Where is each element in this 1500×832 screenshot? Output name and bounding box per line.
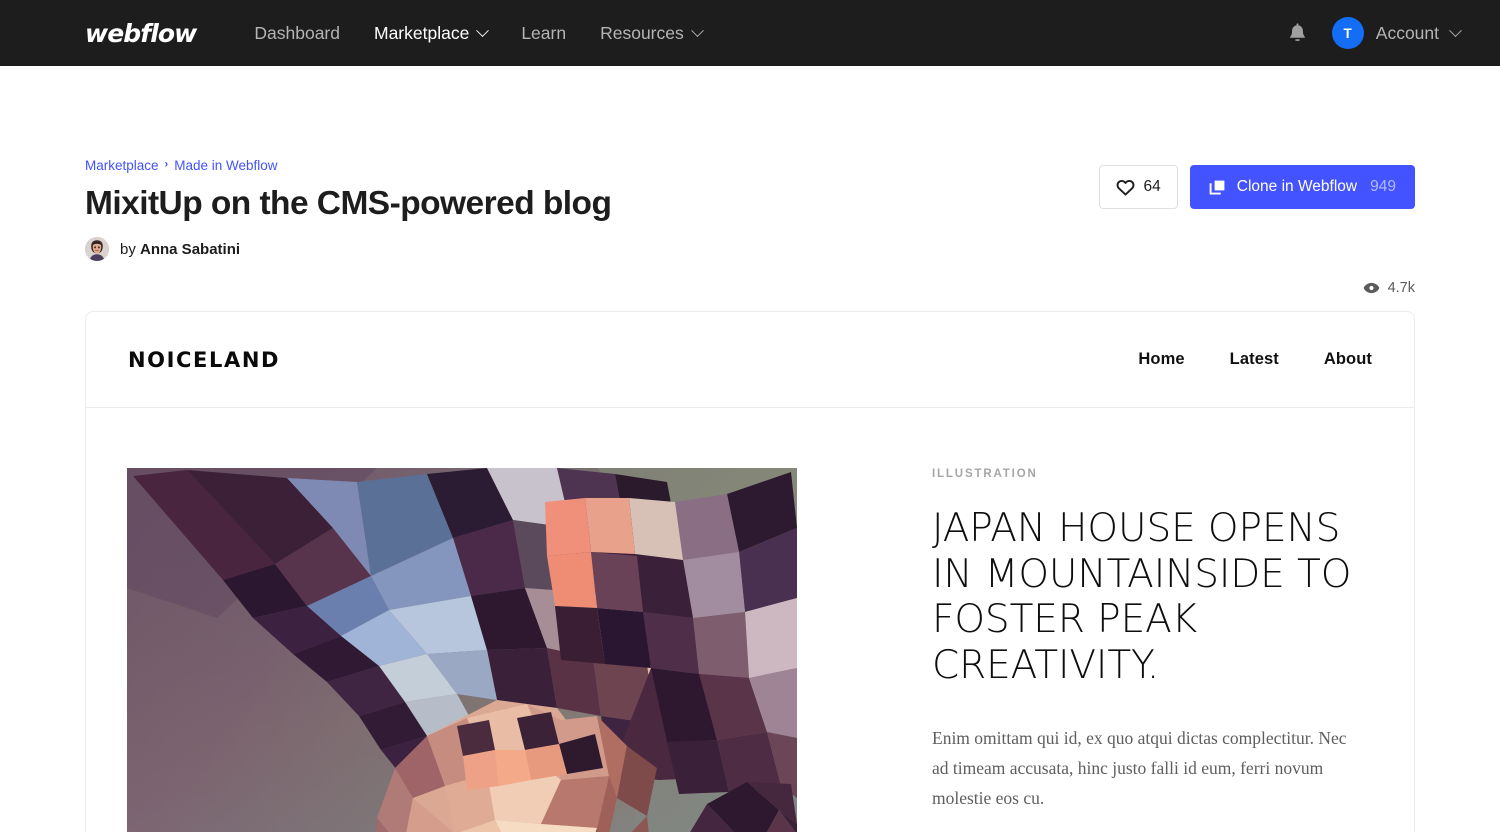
webflow-logo[interactable]: webflow [85,19,197,48]
author-avatar [85,237,109,262]
low-poly-deer-illustration [127,468,797,832]
preview-article: ILLUSTRATION JAPAN HOUSE OPENS IN MOUNTA… [86,408,1414,832]
nav-item-label: Learn [521,22,567,43]
article-hero-image [127,468,797,832]
eye-icon [1363,282,1379,294]
site-preview-card[interactable]: NOICELAND Home Latest About ILLUSTRATION… [85,311,1415,832]
author-avatar-photo [85,237,109,262]
notifications-button[interactable] [1281,16,1315,50]
chevron-down-icon [690,23,704,37]
article-text-column: ILLUSTRATION JAPAN HOUSE OPENS IN MOUNTA… [797,468,1372,832]
preview-nav-home[interactable]: Home [1138,350,1184,369]
like-count: 64 [1143,178,1161,195]
view-count-row: 4.7k [85,278,1415,298]
clone-count: 949 [1370,178,1396,195]
page-title: MixitUp on the CMS-powered blog [85,184,612,222]
clone-in-webflow-button[interactable]: Clone in Webflow 949 [1189,165,1415,209]
preview-site-header: NOICELAND Home Latest About [86,312,1414,409]
primary-nav: Dashboard Marketplace Learn Resources [237,23,718,44]
page-header-row: Marketplace › Made in Webflow MixitUp on… [85,66,1415,262]
breadcrumb-item-made-in-webflow[interactable]: Made in Webflow [174,159,277,173]
author-label: by Anna Sabatini [120,241,240,258]
page-header-left: Marketplace › Made in Webflow MixitUp on… [85,159,1099,262]
view-count: 4.7k [1387,280,1415,297]
account-avatar: T [1331,17,1364,49]
nav-item-dashboard[interactable]: Dashboard [237,23,357,44]
nav-right-cluster: T Account [1281,16,1466,50]
preview-nav-latest[interactable]: Latest [1230,350,1279,369]
author-prefix: by [120,240,136,258]
article-category-label: ILLUSTRATION [932,468,1038,481]
global-top-nav: webflow Dashboard Marketplace Learn Reso… [0,0,1500,66]
heart-icon [1116,179,1134,196]
breadcrumb-item-marketplace[interactable]: Marketplace [85,159,159,173]
article-excerpt: Enim omittam qui id, ex quo atqui dictas… [932,727,1347,808]
preview-site-nav: Home Latest About [1138,350,1372,369]
clone-button-label: Clone in Webflow [1236,178,1358,195]
account-menu[interactable]: T Account [1331,17,1466,49]
bell-icon [1290,22,1306,41]
breadcrumb: Marketplace › Made in Webflow [85,159,1099,173]
nav-item-label: Dashboard [254,22,340,43]
nav-item-marketplace[interactable]: Marketplace [357,23,504,44]
nav-item-resources[interactable]: Resources [583,23,719,44]
nav-item-learn[interactable]: Learn [504,23,583,44]
article-headline: JAPAN HOUSE OPENS IN MOUNTAINSIDE TO FOS… [932,506,1352,688]
preview-nav-about[interactable]: About [1324,350,1372,369]
author-name[interactable]: Anna Sabatini [140,241,240,258]
like-button[interactable]: 64 [1098,165,1178,209]
nav-item-label: Marketplace [374,22,470,43]
chevron-down-icon [1449,23,1462,37]
account-label: Account [1375,22,1439,43]
chevron-down-icon [476,23,490,37]
duplicate-icon [1209,180,1225,195]
page-content: Marketplace › Made in Webflow MixitUp on… [0,66,1500,832]
page-header-actions: 64 Clone in Webflow 949 [1098,159,1415,209]
nav-item-label: Resources [600,22,684,43]
preview-site-logo[interactable]: NOICELAND [128,348,280,372]
breadcrumb-separator-icon: › [164,158,169,171]
author-row: by Anna Sabatini [85,237,1099,262]
